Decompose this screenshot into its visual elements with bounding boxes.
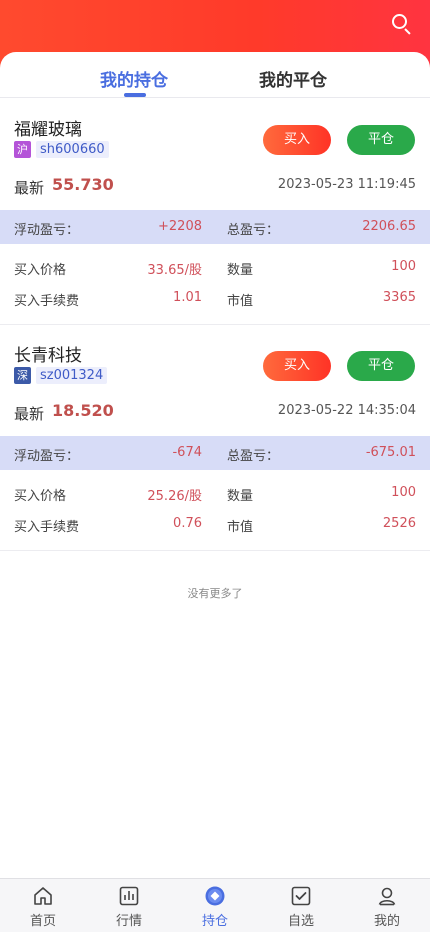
tab-my-closed[interactable]: 我的平仓 [259, 66, 327, 91]
pnl-band: 浮动盈亏： +2208 总盈亏： 2206.65 [0, 210, 430, 244]
close-position-button[interactable]: 平仓 [347, 351, 415, 381]
tab-bar: 我的持仓 我的平仓 [0, 52, 430, 98]
total-pnl-value: -675.01 [365, 445, 416, 460]
search-icon[interactable] [390, 12, 414, 36]
home-icon [34, 887, 52, 905]
fee-label: 买入手续费 [14, 520, 80, 535]
pnl-band: 浮动盈亏： -674 总盈亏： -675.01 [0, 436, 430, 470]
fee-value: 1.01 [173, 290, 202, 305]
bottom-nav: 首页 行情 持仓 自选 我的 [0, 878, 430, 932]
float-pnl-label: 浮动盈亏： [14, 223, 80, 238]
nav-label: 首页 [29, 914, 56, 929]
nav-holdings[interactable]: 持仓 [172, 879, 258, 932]
latest-price-value: 55.730 [52, 175, 114, 194]
quantity-value: 100 [391, 259, 416, 274]
total-pnl-value: 2206.65 [362, 219, 416, 234]
latest-price-label: 最新 [14, 179, 45, 197]
latest-price-label: 最新 [14, 405, 45, 423]
detail-row: 买入手续费 1.01 市值 3365 [0, 290, 430, 310]
stock-name[interactable]: 福耀玻璃 [14, 115, 82, 140]
nav-market[interactable]: 行情 [86, 879, 172, 932]
close-position-button[interactable]: 平仓 [347, 125, 415, 155]
active-tab-indicator [124, 93, 146, 97]
tab-my-holdings[interactable]: 我的持仓 [100, 66, 168, 91]
stock-code: sh600660 [36, 141, 109, 158]
float-pnl-value: -674 [172, 445, 202, 460]
fee-value: 0.76 [173, 516, 202, 531]
nav-label: 行情 [115, 914, 142, 929]
float-pnl-label: 浮动盈亏： [14, 449, 80, 464]
buy-price-label: 买入价格 [14, 489, 67, 504]
trade-time: 2023-05-23 11:19:45 [277, 177, 416, 192]
exchange-badge: 沪 [14, 141, 31, 158]
fee-label: 买入手续费 [14, 294, 80, 309]
market-value-value: 3365 [382, 290, 416, 305]
buy-price-label: 买入价格 [14, 263, 67, 278]
nav-label: 自选 [287, 914, 314, 929]
stock-code: sz001324 [36, 367, 108, 384]
nav-home[interactable]: 首页 [0, 879, 86, 932]
buy-price-value: 25.26/股 [147, 489, 202, 504]
buy-button[interactable]: 买入 [263, 351, 331, 381]
nav-label: 持仓 [201, 914, 228, 929]
nav-watchlist[interactable]: 自选 [258, 879, 344, 932]
profile-icon [378, 887, 396, 906]
float-pnl-value: +2208 [158, 219, 202, 234]
quantity-value: 100 [391, 485, 416, 500]
trade-time: 2023-05-22 14:35:04 [277, 403, 416, 418]
detail-row: 买入价格 25.26/股 数量 100 [0, 485, 430, 505]
detail-row: 买入手续费 0.76 市值 2526 [0, 516, 430, 536]
quantity-label: 数量 [227, 489, 254, 504]
nav-label: 我的 [373, 914, 400, 929]
total-pnl-label: 总盈亏： [227, 223, 280, 238]
latest-price-value: 18.520 [52, 401, 114, 420]
market-value-label: 市值 [227, 294, 254, 309]
chart-icon [119, 886, 139, 906]
market-value-label: 市值 [227, 520, 254, 535]
holdings-icon [205, 886, 225, 906]
market-value-value: 2526 [382, 516, 416, 531]
buy-button[interactable]: 买入 [263, 125, 331, 155]
position-card: 长青科技 深 sz001324 买入 平仓 最新 18.520 2023-05-… [0, 325, 430, 551]
detail-row: 买入价格 33.65/股 数量 100 [0, 259, 430, 279]
holdings-panel: 我的持仓 我的平仓 福耀玻璃 沪 sh600660 买入 平仓 最新 55.73… [0, 52, 430, 878]
no-more-text: 没有更多了 [187, 587, 243, 600]
watchlist-icon [291, 886, 311, 906]
quantity-label: 数量 [227, 263, 254, 278]
total-pnl-label: 总盈亏： [227, 449, 280, 464]
position-card: 福耀玻璃 沪 sh600660 买入 平仓 最新 55.730 2023-05-… [0, 99, 430, 325]
buy-price-value: 33.65/股 [147, 263, 202, 278]
nav-profile[interactable]: 我的 [344, 879, 430, 932]
stock-name[interactable]: 长青科技 [14, 341, 82, 366]
exchange-badge: 深 [14, 367, 31, 384]
